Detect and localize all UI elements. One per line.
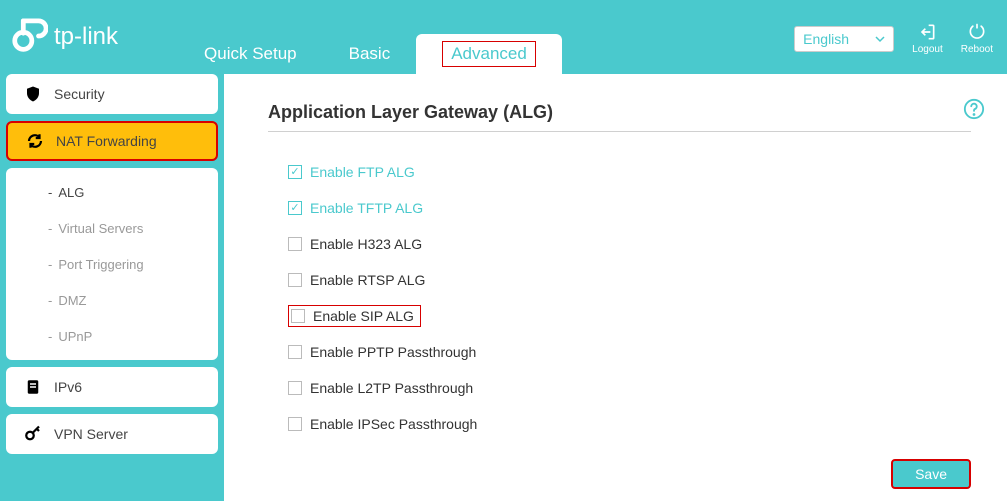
help-icon [963, 98, 985, 120]
sidebar-item-vpn-server[interactable]: VPN Server [6, 414, 218, 454]
checkbox-l2tp[interactable] [288, 381, 302, 395]
option-tftp-alg: Enable TFTP ALG [288, 190, 971, 226]
option-l2tp-passthrough: Enable L2TP Passthrough [288, 370, 971, 406]
chevron-down-icon [875, 34, 885, 44]
option-h323-alg: Enable H323 ALG [288, 226, 971, 262]
sidebar-sub-dmz[interactable]: DMZ [6, 282, 218, 318]
logout-icon [917, 22, 937, 42]
checkbox-pptp[interactable] [288, 345, 302, 359]
option-label[interactable]: Enable L2TP Passthrough [310, 380, 473, 396]
option-label[interactable]: Enable SIP ALG [313, 308, 414, 324]
sidebar-item-nat-forwarding[interactable]: NAT Forwarding [6, 121, 218, 161]
brand-text: tp-link [54, 23, 118, 51]
sidebar-item-label: VPN Server [54, 426, 128, 442]
checkbox-ipsec[interactable] [288, 417, 302, 431]
option-ftp-alg: Enable FTP ALG [288, 154, 971, 190]
top-bar: tp-link Quick Setup Basic Advanced Engli… [0, 0, 1007, 74]
option-label[interactable]: Enable FTP ALG [310, 164, 415, 180]
shield-icon [24, 85, 42, 103]
sidebar-item-label: NAT Forwarding [56, 133, 157, 149]
option-label[interactable]: Enable RTSP ALG [310, 272, 425, 288]
brand-icon [10, 18, 48, 56]
checkbox-rtsp-alg[interactable] [288, 273, 302, 287]
tab-advanced[interactable]: Advanced [416, 34, 562, 74]
option-label[interactable]: Enable H323 ALG [310, 236, 422, 252]
section-title: Application Layer Gateway (ALG) [268, 102, 971, 123]
option-label[interactable]: Enable PPTP Passthrough [310, 344, 476, 360]
sidebar-sub-alg[interactable]: ALG [6, 174, 218, 210]
sidebar-sub-virtual-servers[interactable]: Virtual Servers [6, 210, 218, 246]
logo: tp-link [10, 18, 118, 56]
checkbox-h323-alg[interactable] [288, 237, 302, 251]
section-rule [268, 131, 971, 132]
tab-quick-setup[interactable]: Quick Setup [178, 34, 323, 74]
option-ipsec-passthrough: Enable IPSec Passthrough [288, 406, 971, 442]
checkbox-sip-alg[interactable] [291, 309, 305, 323]
language-value: English [803, 31, 849, 47]
alg-options: Enable FTP ALG Enable TFTP ALG Enable H3… [268, 154, 971, 442]
option-label[interactable]: Enable IPSec Passthrough [310, 416, 477, 432]
checkbox-tftp-alg[interactable] [288, 201, 302, 215]
sidebar-submenu: ALG Virtual Servers Port Triggering DMZ … [6, 168, 218, 360]
tab-basic[interactable]: Basic [323, 34, 417, 74]
option-rtsp-alg: Enable RTSP ALG [288, 262, 971, 298]
sidebar: Security NAT Forwarding ALG Virtual Serv… [0, 74, 224, 501]
option-sip-alg: Enable SIP ALG [288, 298, 971, 334]
logout-button[interactable]: Logout [912, 22, 943, 55]
refresh-icon [26, 132, 44, 150]
checkbox-ftp-alg[interactable] [288, 165, 302, 179]
tab-bar: Quick Setup Basic Advanced [178, 0, 562, 74]
sidebar-item-label: IPv6 [54, 379, 82, 395]
option-pptp-passthrough: Enable PPTP Passthrough [288, 334, 971, 370]
option-label[interactable]: Enable TFTP ALG [310, 200, 423, 216]
help-button[interactable] [963, 98, 985, 123]
key-icon [24, 425, 42, 443]
language-select[interactable]: English [794, 26, 894, 52]
sidebar-sub-upnp[interactable]: UPnP [6, 318, 218, 354]
sidebar-item-label: Security [54, 86, 105, 102]
sidebar-sub-port-triggering[interactable]: Port Triggering [6, 246, 218, 282]
reboot-button[interactable]: Reboot [961, 22, 993, 55]
save-button[interactable]: Save [891, 459, 971, 489]
sidebar-item-ipv6[interactable]: IPv6 [6, 367, 218, 407]
reboot-icon [967, 22, 987, 42]
sidebar-item-security[interactable]: Security [6, 74, 218, 114]
main-panel: Application Layer Gateway (ALG) Enable F… [224, 74, 1007, 501]
document-icon [24, 378, 42, 396]
